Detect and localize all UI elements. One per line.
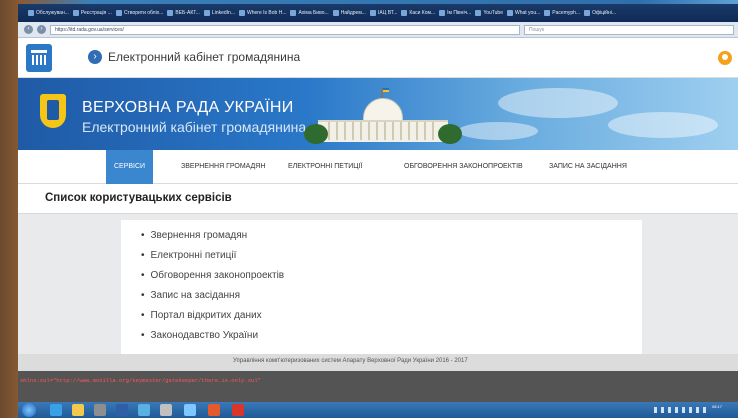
bookmark-icon [507,10,513,16]
bookmark-icon [332,10,339,16]
service-link[interactable]: Портал відкритих даних [141,310,262,321]
bookmark[interactable]: ВЕБ-АКТ... [167,10,200,16]
app-icon[interactable] [160,404,172,416]
cloud-shape [498,88,618,118]
bookmark[interactable]: What you... [507,10,540,16]
heading-bar: Список користувацьких сервісів [18,184,738,214]
main-nav: СЕРВІСИ ЗВЕРНЕННЯ ГРОМАДЯН ЕЛЕКТРОННІ ПЕ… [18,150,738,184]
bookmark[interactable]: Where Is Bob H... [239,10,286,16]
bookmark-icon [401,10,408,16]
parliament-building-image [304,88,462,144]
cloud-shape [608,112,718,138]
tab-e-petitions[interactable]: ЕЛЕКТРОННІ ПЕТИЦІЇ [280,150,370,184]
bookmark-icon [584,10,591,16]
start-button[interactable] [22,403,36,417]
bookmark[interactable]: Ім Північ... [439,10,471,16]
status-panel: xmlns:xul="http://www.mozilla.org/keymas… [18,371,738,402]
site-topbar: › Електронний кабінет громадянина [18,38,738,78]
app-icon[interactable] [232,404,244,416]
bookmark[interactable]: Ахіма Биво... [290,10,329,16]
arrow-right-icon[interactable]: › [88,50,102,64]
bookmark[interactable]: Каси Ком... [401,10,435,16]
tray-icons[interactable] [654,407,708,413]
service-link[interactable]: Звернення громадян [141,230,248,241]
ie-icon[interactable] [50,404,62,416]
bookmarks-bar: Обслужуван... Реєстрація ... Створити об… [18,4,738,22]
bookmark[interactable]: Створити обліх... [115,10,163,16]
bookmark-icon [72,10,79,16]
status-text: xmlns:xul="http://www.mozilla.org/keymas… [20,377,261,384]
tab-bill-discussion[interactable]: ОБГОВОРЕННЯ ЗАКОНОПРОЕКТІВ [396,150,531,184]
page-footer: Управління комп'ютеризованих систем Апар… [18,354,738,371]
bookmark-icon [544,10,551,16]
address-bar: ‹ › https://itd.rada.gov.ua/services/ По… [18,22,738,38]
clock[interactable]: 08:17 [712,404,722,410]
taskbar: 08:17 [18,402,738,418]
bookmark-icon [475,10,482,16]
monitor-screen: Обслужуван... Реєстрація ... Створити об… [18,4,738,418]
bookmark[interactable]: YouTube [475,10,503,16]
bookmark-icon [115,10,122,16]
firefox-icon[interactable] [208,404,220,416]
tree-shape [438,124,462,144]
banner-title: ВЕРХОВНА РАДА УКРАЇНИ [82,99,294,116]
flag-icon [381,88,389,98]
bookmark[interactable]: Обслужуван... [28,10,69,16]
bookmark-icon [290,10,297,16]
app-icon[interactable] [184,404,196,416]
service-link[interactable]: Обговорення законопроектів [141,270,285,281]
bookmark[interactable]: Реєстрація ... [72,10,112,16]
services-list: Звернення громадян Електронні петиції Об… [121,220,642,354]
service-link[interactable]: Запис на засідання [141,290,240,301]
footer-text: Управління комп'ютеризованих систем Апар… [233,358,468,364]
page-title: Список користувацьких сервісів [45,192,232,204]
bookmark-icon [369,10,376,16]
service-link[interactable]: Електронні петиції [141,250,237,261]
tab-services[interactable]: СЕРВІСИ [106,150,154,184]
media-icon[interactable] [94,404,106,416]
bookmark[interactable]: Pacemyph... [544,10,580,16]
cabinet-title: Електронний кабінет громадянина [108,50,301,64]
forward-icon[interactable]: › [37,25,46,34]
banner-subtitle: Електронний кабінет громадянина [82,119,307,135]
building-columns [328,122,438,140]
service-link[interactable]: Законодавство України [141,330,259,341]
user-icon[interactable] [718,51,732,65]
app-icon[interactable] [138,404,150,416]
bookmark-icon [167,10,174,16]
url-input[interactable]: https://itd.rada.gov.ua/services/ [50,24,520,35]
bookmark-icon [439,10,446,16]
tab-session-registration[interactable]: ЗАПИС НА ЗАСІДАННЯ [541,150,635,184]
tree-shape [304,124,328,144]
folder-icon[interactable] [72,404,84,416]
bookmark[interactable]: Найдрем... [332,10,366,16]
header-banner: ВЕРХОВНА РАДА УКРАЇНИ Електронний кабіне… [18,78,738,150]
browser-search-input[interactable]: Пошук [524,24,734,35]
word-icon[interactable] [116,404,128,416]
bookmark[interactable]: LinkedIn... [203,10,235,16]
bookmark-icon [239,10,245,16]
trident-emblem-icon [40,94,66,128]
parliament-logo-icon[interactable] [26,44,52,72]
bookmark[interactable]: Офіційні... [584,10,616,16]
back-icon[interactable]: ‹ [24,25,33,34]
bookmark-icon [203,10,210,16]
web-page: › Електронний кабінет громадянина ВЕРХОВ… [18,38,738,371]
tab-citizen-appeals[interactable]: ЗВЕРНЕННЯ ГРОМАДЯН [173,150,273,184]
bookmark[interactable]: ІАЦ ВТ... [369,10,397,16]
bookmark-icon [28,10,34,16]
cloud-shape [458,122,538,140]
